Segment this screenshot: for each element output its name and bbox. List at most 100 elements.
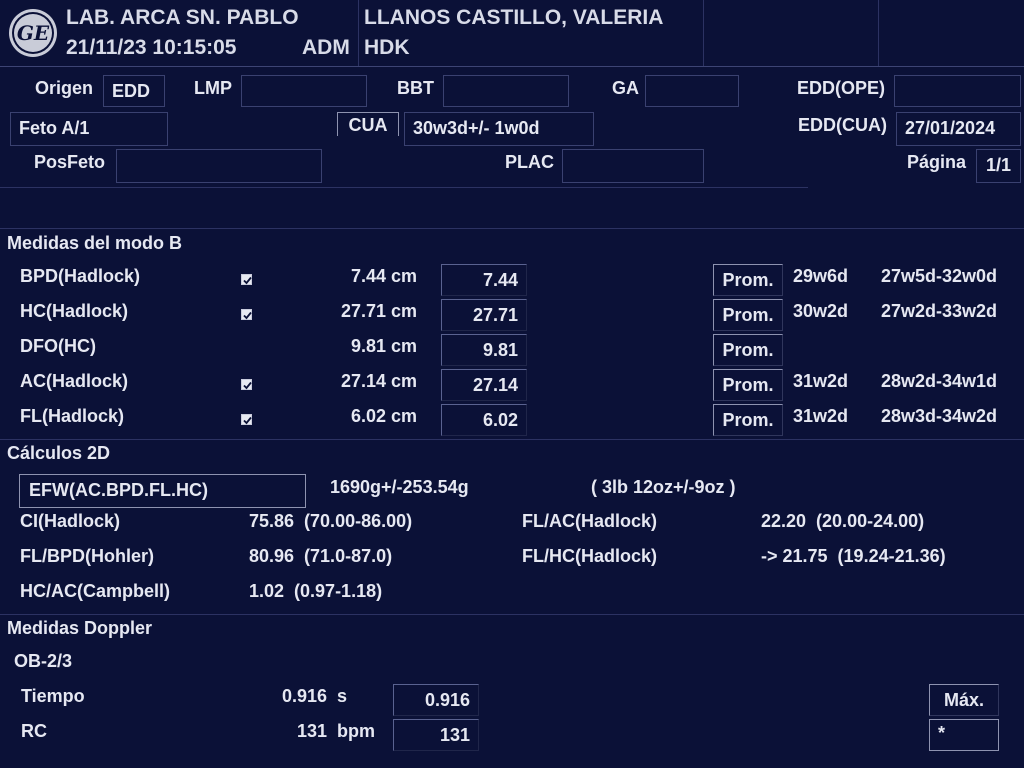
- tiempo-value-field[interactable]: 0.916: [393, 684, 479, 716]
- efw-field[interactable]: EFW(AC.BPD.FL.HC): [19, 474, 306, 508]
- hcac-label: HC/AC(Campbell): [20, 581, 171, 601]
- feto-field[interactable]: Feto A/1: [10, 112, 168, 146]
- prom-button[interactable]: Prom.: [713, 404, 783, 436]
- eddcua-label: EDD(CUA): [798, 115, 887, 135]
- measure-value: 27.14: [472, 375, 518, 395]
- measure-value: 7.44: [482, 270, 518, 290]
- efw-lb-value: ( 3lb 12oz+/-9oz ): [591, 477, 736, 497]
- ga-field[interactable]: [645, 75, 739, 107]
- origen-value: EDD: [112, 81, 151, 101]
- cua-label: CUA: [348, 115, 388, 135]
- measure-reading: 6.02 cm: [350, 406, 417, 426]
- eddope-field[interactable]: [894, 75, 1021, 107]
- rc-measure: 131: [296, 721, 327, 741]
- header-separator: [0, 66, 1024, 67]
- header-divider: [878, 0, 879, 66]
- include-checkbox[interactable]: [241, 274, 252, 285]
- flac-value: 22.20 (20.00-24.00): [761, 511, 925, 531]
- header-divider: [358, 0, 359, 66]
- pagina-label: Página: [907, 152, 967, 172]
- section-separator: [0, 228, 1024, 229]
- pagina-field[interactable]: 1/1: [976, 149, 1021, 183]
- posfeto-field[interactable]: [116, 149, 322, 183]
- measure-value-field[interactable]: 9.81: [441, 334, 527, 366]
- plac-field[interactable]: [562, 149, 704, 183]
- flhc-label: FL/HC(Hadlock): [522, 546, 657, 566]
- doppler-subtitle: OB-2/3: [14, 651, 73, 671]
- tiempo-measure: 0.916: [281, 686, 327, 706]
- measure-name: BPD(Hadlock): [20, 266, 141, 286]
- ge-logo: GE: [8, 8, 58, 58]
- measure-value-field[interactable]: 6.02: [441, 404, 527, 436]
- efw-value: 1690g+/-253.54g: [330, 477, 469, 497]
- app-header: GE LAB. ARCA SN. PABLO 21/11/23 10:15:05…: [0, 0, 1024, 66]
- measure-reading: 27.71 cm: [340, 301, 417, 321]
- measure-value-field[interactable]: 27.71: [441, 299, 527, 331]
- ci-value: 75.86 (70.00-86.00): [249, 511, 413, 531]
- measure-value-field[interactable]: 7.44: [441, 264, 527, 296]
- prom-button-label: Prom.: [722, 340, 774, 360]
- ga-range: 27w5d-32w0d: [881, 266, 998, 286]
- bmode-title: Medidas del modo B: [7, 233, 183, 253]
- bbt-field[interactable]: [443, 75, 569, 107]
- measure-value: 6.02: [482, 410, 518, 430]
- rc-value: 131: [439, 725, 470, 745]
- rc-value-field[interactable]: 131: [393, 719, 479, 751]
- svg-text:GE: GE: [17, 21, 50, 45]
- flbpd-value: 80.96 (71.0-87.0): [249, 546, 393, 566]
- prom-button[interactable]: Prom.: [713, 299, 783, 331]
- flbpd-label: FL/BPD(Hohler): [20, 546, 154, 566]
- doppler-title: Medidas Doppler: [7, 618, 153, 638]
- hcac-value: 1.02 (0.97-1.18): [249, 581, 383, 601]
- rc-label: RC: [21, 721, 47, 741]
- prom-button-label: Prom.: [722, 410, 774, 430]
- measure-reading: 27.14 cm: [340, 371, 417, 391]
- include-checkbox[interactable]: [241, 379, 252, 390]
- bbt-label: BBT: [397, 78, 434, 98]
- ga-label: GA: [612, 78, 639, 98]
- measure-name: AC(Hadlock): [20, 371, 129, 391]
- rc-unit: bpm: [337, 721, 375, 741]
- tiempo-label: Tiempo: [21, 686, 85, 706]
- ci-label: CI(Hadlock): [20, 511, 121, 531]
- cua-label-box: CUA: [337, 112, 399, 136]
- prom-button[interactable]: Prom.: [713, 264, 783, 296]
- measure-name: HC(Hadlock): [20, 301, 129, 321]
- measure-reading: 9.81 cm: [350, 336, 417, 356]
- measure-value: 9.81: [482, 340, 518, 360]
- flac-label: FL/AC(Hadlock): [522, 511, 657, 531]
- include-checkbox[interactable]: [241, 414, 252, 425]
- ga-range: 28w3d-34w2d: [881, 406, 998, 426]
- plac-label: PLAC: [505, 152, 554, 172]
- eddcua-field[interactable]: 27/01/2024: [896, 112, 1021, 146]
- header-datetime: 21/11/23 10:15:05: [66, 36, 237, 59]
- prom-button-label: Prom.: [722, 305, 774, 325]
- posfeto-label: PosFeto: [34, 152, 106, 172]
- prom-button[interactable]: Prom.: [713, 334, 783, 366]
- gestational-age: 31w2d: [793, 371, 849, 391]
- measure-value-field[interactable]: 27.14: [441, 369, 527, 401]
- lmp-field[interactable]: [241, 75, 367, 107]
- tiempo-unit: s: [337, 686, 348, 706]
- efw-label: EFW(AC.BPD.FL.HC): [29, 480, 208, 500]
- cua-field[interactable]: 30w3d+/- 1w0d: [404, 112, 594, 146]
- tiempo-value: 0.916: [424, 690, 470, 710]
- star-field[interactable]: *: [929, 719, 999, 751]
- measure-name: DFO(HC): [20, 336, 96, 356]
- patient-name: LLANOS CASTILLO, VALERIA: [364, 6, 664, 29]
- lab-name: LAB. ARCA SN. PABLO: [66, 6, 299, 29]
- section-separator: [0, 439, 1024, 440]
- origen-field[interactable]: EDD: [103, 75, 165, 107]
- measure-name: FL(Hadlock): [20, 406, 125, 426]
- gestational-age: 31w2d: [793, 406, 849, 426]
- ga-range: 27w2d-33w2d: [881, 301, 998, 321]
- prom-button[interactable]: Prom.: [713, 369, 783, 401]
- include-checkbox[interactable]: [241, 309, 252, 320]
- measure-reading: 7.44 cm: [350, 266, 417, 286]
- feto-value: Feto A/1: [19, 118, 90, 138]
- eddcua-value: 27/01/2024: [905, 118, 996, 138]
- ga-range: 28w2d-34w1d: [881, 371, 998, 391]
- gestational-age: 30w2d: [793, 301, 849, 321]
- max-button[interactable]: Máx.: [929, 684, 999, 716]
- cua-value: 30w3d+/- 1w0d: [413, 118, 540, 138]
